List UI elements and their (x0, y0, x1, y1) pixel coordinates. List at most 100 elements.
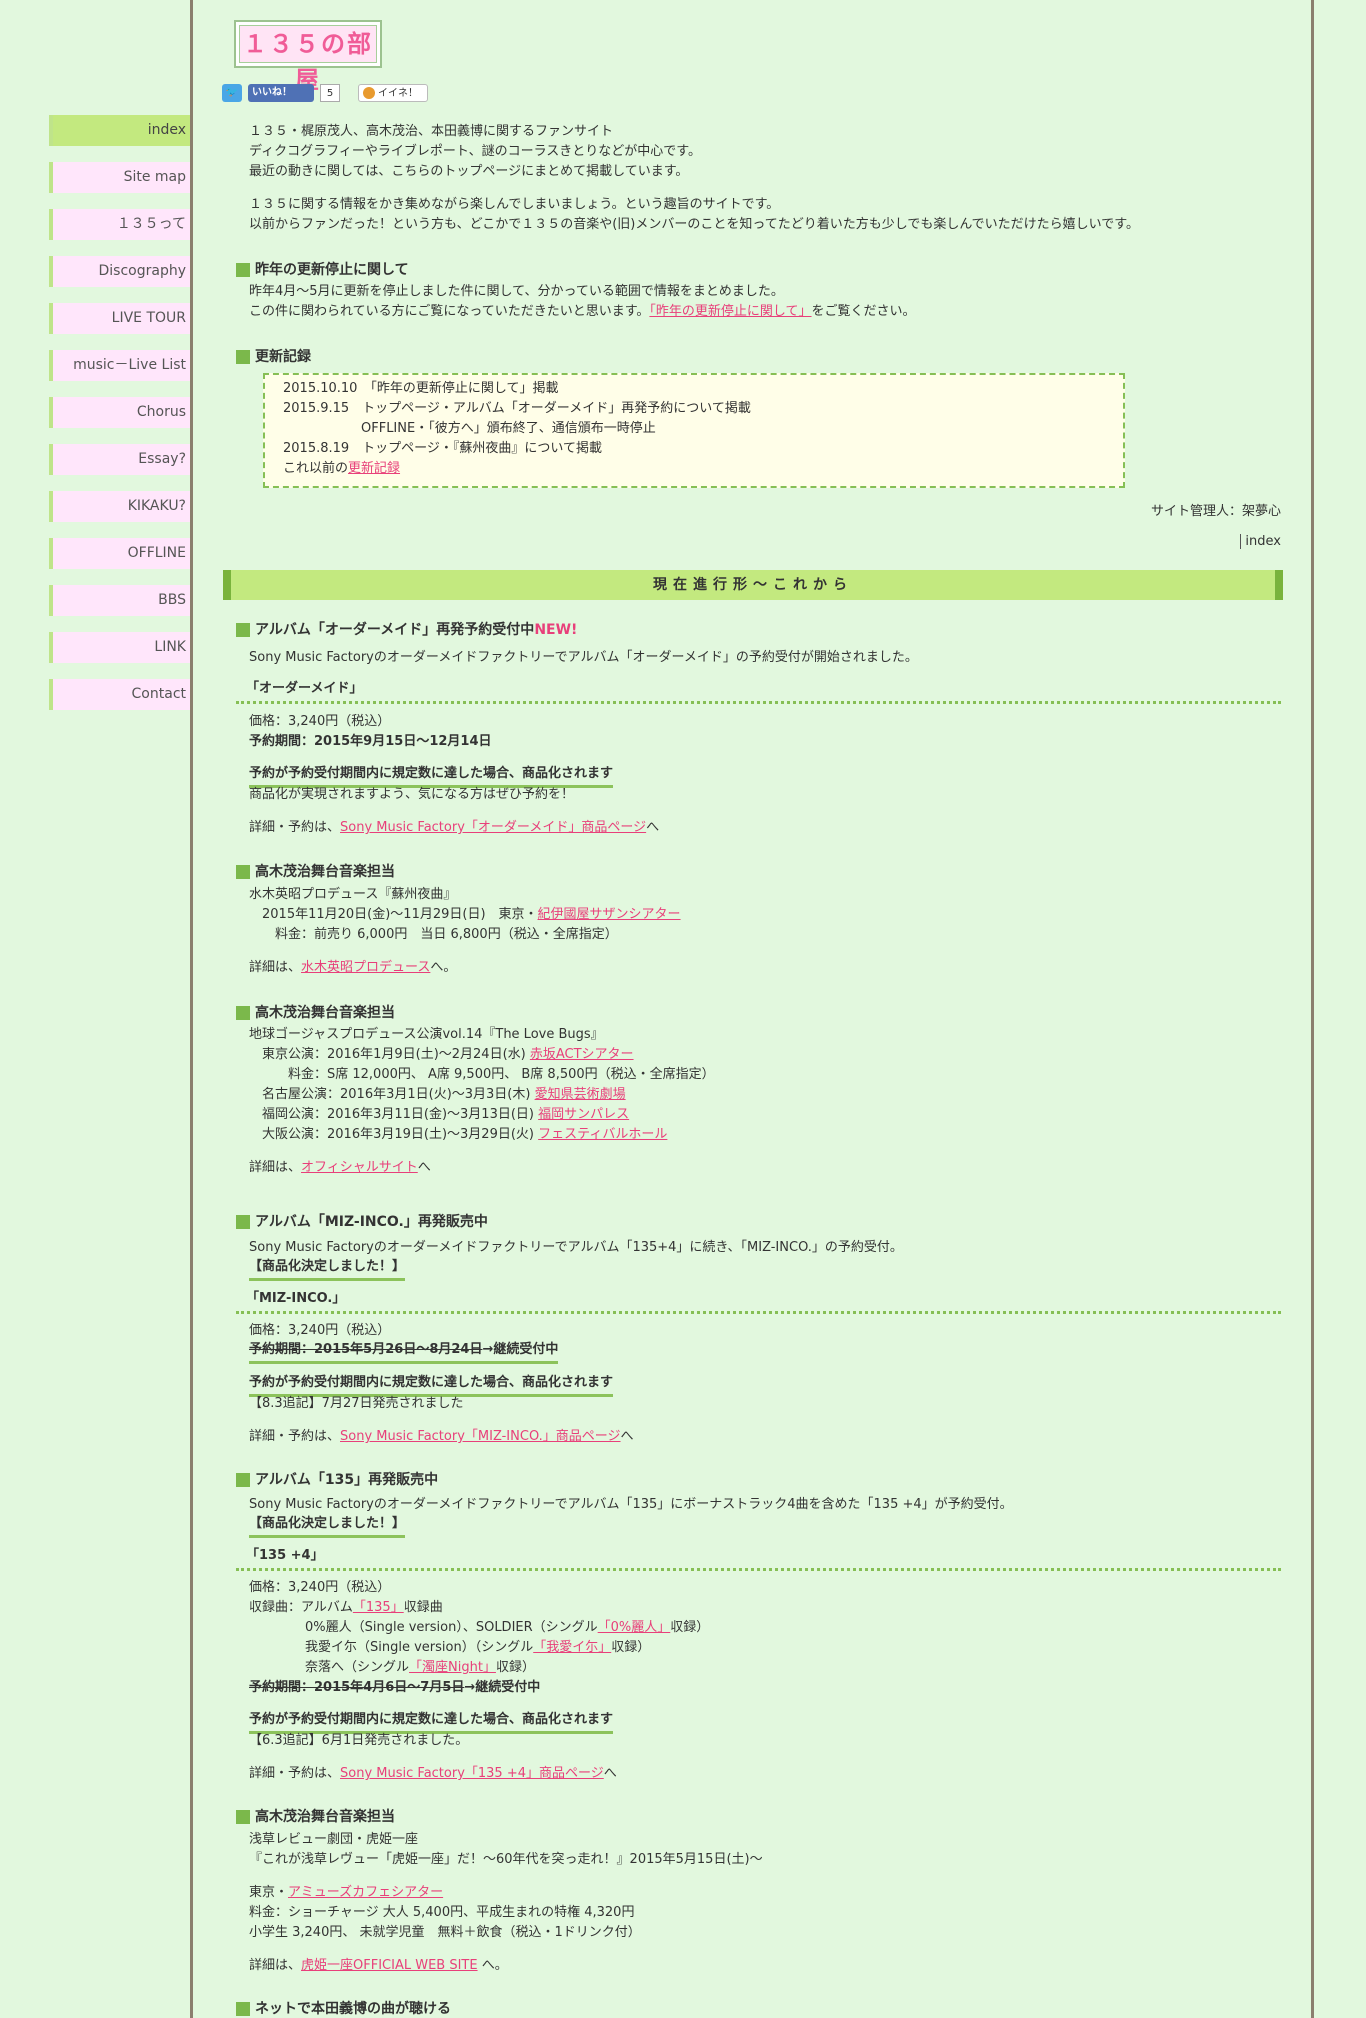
s5-single-link-1[interactable]: 「0%麗人」 (598, 1620, 671, 1635)
sidebar-item-6[interactable]: Chorus (49, 397, 190, 428)
sidebar-item-2[interactable]: １３５って (49, 209, 190, 240)
s5-period: 予約期間：2015年4月6日～7月5日→継続受付中 (249, 1680, 541, 1695)
s6-line-5: 小学生 3,240円、 未就学児童 無料＋飲食（税込・1ドリンク付） (249, 1925, 641, 1940)
s6-venue-link[interactable]: アミューズカフェシアター (288, 1885, 443, 1900)
update-line: OFFLINE・「彼方へ」頒布終了、通信頒布一時停止 (283, 421, 656, 436)
s1-link[interactable]: Sony Music Factory「オーダーメイド」商品ページ (340, 820, 646, 835)
updates-box: 2015.10.10 「昨年の更新停止に関して」掲載 2015.9.15 トップ… (263, 373, 1125, 488)
s2-link[interactable]: 水木英昭プロデュース (301, 960, 430, 975)
intro-line-1: １３５・梶原茂人、高木茂治、本田義博に関するファンサイト (249, 124, 614, 139)
s5-album-link[interactable]: 「135」 (353, 1600, 404, 1615)
sidebar-item-3[interactable]: Discography (49, 256, 190, 287)
s5-track-2: 我愛イ尓（Single version）（シングル「我愛イ尓」収録） (305, 1640, 651, 1655)
s6-line-1: 浅草レビュー劇団・虎姫一座 (249, 1832, 419, 1847)
s2-line-2: 2015年11月20日(金)～11月29日(日) 東京・紀伊國屋サザンシアター (249, 907, 681, 922)
s4-heading: アルバム「MIZ-INCO.」再発販売中 (236, 1213, 488, 1231)
s2-venue-link[interactable]: 紀伊國屋サザンシアター (538, 907, 681, 922)
s5-track-1: 0%麗人（Single version）、SOLDIER（シングル「0%麗人」収… (305, 1620, 710, 1635)
s3-line-2: 東京公演：2016年1月9日(土)～2月24日(水) 赤坂ACTシアター (249, 1047, 634, 1062)
update-line: 2015.10.10 「昨年の更新停止に関して」掲載 (283, 381, 559, 396)
s3-fukuoka-link[interactable]: 福岡サンパレス (538, 1107, 629, 1122)
s6-heading: 高木茂治舞台音楽担当 (236, 1808, 395, 1826)
s1-desc: Sony Music Factoryのオーダーメイドファクトリーでアルバム「オー… (249, 650, 918, 665)
s3-line-4: 名古屋公演：2016年3月1日(火)～3月3日(木) 愛知県芸術劇場 (249, 1087, 626, 1102)
s5-decided: 【商品化決定しました！】 (249, 1515, 406, 1538)
s4-decided: 【商品化決定しました！】 (249, 1258, 406, 1281)
update-history-link[interactable]: 更新記録 (348, 461, 400, 476)
s1-subtitle: 「オーダーメイド」 (236, 679, 1281, 704)
s4-price: 価格：3,240円（税込） (249, 1323, 391, 1338)
s4-period: 予約期間：2015年5月26日～8月24日→継続受付中 (249, 1341, 559, 1364)
like-label: いいね！ (252, 87, 292, 98)
sidebar-item-8[interactable]: KIKAKU? (49, 491, 190, 522)
s6-more: 詳細は、虎姫一座OFFICIAL WEB SITE へ。 (249, 1958, 508, 1973)
intro-line-2: ディクコグラフィーやライブレポート、謎のコーラスきとりなどが中心です。 (249, 144, 702, 159)
s6-link[interactable]: 虎姫一座OFFICIAL WEB SITE (301, 1958, 478, 1973)
facebook-like-button[interactable]: いいね！ (248, 84, 314, 102)
sidebar-item-10[interactable]: BBS (49, 585, 190, 616)
s2-line-1: 水木英昭プロデュース『蘇州夜曲』 (249, 887, 457, 902)
s5-track-3: 奈落へ（シングル「濁座Night」収録） (305, 1660, 535, 1675)
stop-heading: 昨年の更新停止に関して (236, 261, 409, 279)
stop-link[interactable]: 「昨年の更新停止に関して」 (649, 304, 811, 319)
s1-heading: アルバム「オーダーメイド」再発予約受付中NEW! (236, 621, 577, 639)
updates-heading: 更新記録 (236, 348, 311, 366)
s3-line-3: 料金：S席 12,000円、 A席 9,500円、 B席 8,500円（税込・全… (249, 1067, 715, 1082)
site-logo-text: １３５の部屋 (239, 25, 377, 94)
s3-heading: 高木茂治舞台音楽担当 (236, 1004, 395, 1022)
sidebar-item-11[interactable]: LINK (49, 632, 190, 663)
s1-period: 予約期間：2015年9月15日～12月14日 (249, 734, 492, 749)
s3-nagoya-link[interactable]: 愛知県芸術劇場 (535, 1087, 626, 1102)
s5-heading: アルバム「135」再発販売中 (236, 1471, 438, 1489)
s6-line-2: 『これが浅草レヴュー「虎姫一座」だ！～60年代を突っ走れ！』2015年5月15日… (249, 1852, 763, 1867)
mixi-icon (363, 87, 375, 99)
sidebar-item-12[interactable]: Contact (49, 679, 190, 710)
sidebar-item-4[interactable]: LIVE TOUR (49, 303, 190, 334)
twitter-icon[interactable]: 🐦 (222, 84, 242, 102)
s7-heading: ネットで本田義博の曲が聴ける (236, 2000, 451, 2018)
stop-line-1: 昨年4月～5月に更新を停止しました件に関して、分かっている範囲で情報をまとめまし… (249, 284, 784, 299)
s5-single-link-3[interactable]: 「濁座Night」 (409, 1660, 496, 1675)
s1-price: 価格：3,240円（税込） (249, 714, 391, 729)
left-divider (190, 0, 193, 2018)
sidebar-nav: index Site map １３５って Discography LIVE TOUR mu… (49, 115, 190, 726)
site-admin: サイト管理人：架夢心 (1150, 504, 1281, 519)
update-line: 2015.8.19 トップページ・『蘇州夜曲』について掲載 (283, 441, 603, 456)
intro-line-5: 以前からファンだった！という方も、どこかで１３５の音楽や(旧)メンバーのことを知… (249, 217, 1139, 232)
s3-line-6: 大阪公演：2016年3月19日(土)～3月29日(火) フェスティバルホール (249, 1127, 668, 1142)
intro-line-4: １３５に関する情報をかき集めながら楽しんでしまいましょう。という趣旨のサイトです… (249, 197, 780, 212)
s3-link[interactable]: オフィシャルサイト (301, 1160, 418, 1175)
stop-line-2: この件に関わられている方にご覧になっていただきたいと思います。「昨年の更新停止に… (249, 304, 916, 319)
s3-more: 詳細は、オフィシャルサイトへ (249, 1160, 431, 1175)
s6-line-3: 東京・アミューズカフェシアター (249, 1885, 444, 1900)
sidebar-item-7[interactable]: Essay? (49, 444, 190, 475)
s5-note: 【6.3追記】6月1日発売されました。 (249, 1733, 469, 1748)
site-logo[interactable]: １３５の部屋 (234, 20, 382, 94)
s5-desc: Sony Music Factoryのオーダーメイドファクトリーでアルバム「13… (249, 1497, 1013, 1512)
s4-note: 【8.3追記】7月27日発売されました (249, 1396, 464, 1411)
sidebar-item-1[interactable]: Site map (49, 162, 190, 193)
s3-tokyo-link[interactable]: 赤坂ACTシアター (530, 1047, 634, 1062)
s4-link[interactable]: Sony Music Factory「MIZ-INCO.」商品ページ (340, 1429, 621, 1444)
s3-line-1: 地球ゴージャスプロデュース公演vol.14『The Love Bugs』 (249, 1027, 604, 1042)
s5-price: 価格：3,240円（税込） (249, 1580, 391, 1595)
index-link[interactable]: index (1240, 534, 1281, 549)
s3-osaka-link[interactable]: フェスティバルホール (538, 1127, 667, 1142)
new-badge: NEW! (534, 622, 578, 638)
s4-desc: Sony Music Factoryのオーダーメイドファクトリーでアルバム「13… (249, 1240, 903, 1255)
like-count: 5 (320, 84, 340, 102)
update-line: 2015.9.15 トップページ・アルバム「オーダーメイド」再発予約について掲載 (283, 401, 751, 416)
s5-more: 詳細・予約は、Sony Music Factory「135 +4」商品ページへ (249, 1766, 617, 1781)
section-banner: 現在進行形～これから (223, 570, 1283, 600)
s5-subtitle: 「135 +4」 (236, 1546, 1281, 1571)
s4-more: 詳細・予約は、Sony Music Factory「MIZ-INCO.」商品ペー… (249, 1429, 634, 1444)
s5-single-link-2[interactable]: 「我愛イ尓」 (533, 1640, 611, 1655)
sidebar-item-9[interactable]: OFFLINE (49, 538, 190, 569)
s2-line-3: 料金：前売り 6,000円 当日 6,800円（税込・全席指定） (249, 927, 618, 942)
s1-note: 商品化が実現されますよう、気になる方はぜひ予約を！ (249, 787, 575, 802)
sidebar-item-5[interactable]: music－Live List (49, 350, 190, 381)
s5-link[interactable]: Sony Music Factory「135 +4」商品ページ (340, 1766, 604, 1781)
sidebar-item-0[interactable]: index (49, 115, 190, 146)
s3-line-5: 福岡公演：2016年3月11日(金)～3月13日(日) 福岡サンパレス (249, 1107, 630, 1122)
mixi-iine-button[interactable]: イイネ！ (358, 84, 428, 102)
